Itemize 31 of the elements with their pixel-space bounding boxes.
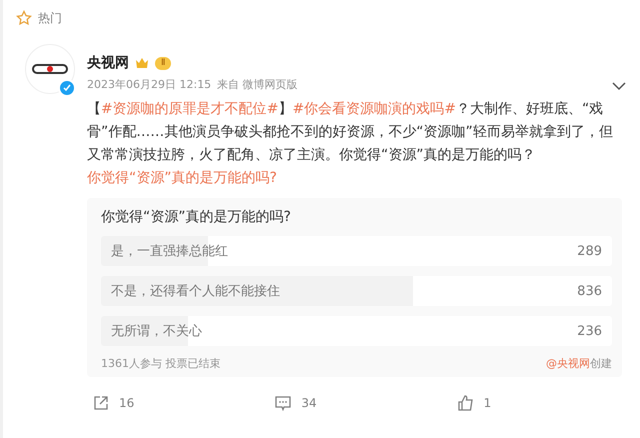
option-label: 是，一直强捧总能红 bbox=[111, 243, 228, 260]
comment-button[interactable]: 34 bbox=[275, 395, 458, 411]
poll-option[interactable]: 是，一直强捧总能红 289 bbox=[101, 236, 612, 266]
topic-link[interactable]: #你会看资源咖演的戏吗# bbox=[292, 101, 456, 117]
post-source: 来自 微博网页版 bbox=[217, 77, 298, 92]
tv-logo-icon bbox=[32, 62, 68, 76]
share-icon bbox=[93, 395, 109, 411]
section-title: 热门 bbox=[38, 10, 62, 26]
author-name[interactable]: 央视网 bbox=[87, 54, 129, 72]
option-label: 无所谓，不关心 bbox=[111, 323, 202, 340]
like-button[interactable]: 1 bbox=[458, 395, 640, 411]
poll-question: 你觉得“资源”真的是万能的吗? bbox=[101, 208, 292, 226]
crown-icon bbox=[135, 57, 149, 69]
poll-option[interactable]: 无所谓，不关心 236 bbox=[101, 316, 612, 346]
chevron-down-icon[interactable] bbox=[612, 82, 626, 91]
vote-count: 289 bbox=[577, 244, 602, 258]
vote-count: 836 bbox=[577, 284, 602, 298]
post-time: 2023年06月29日 12:15 bbox=[87, 77, 212, 92]
comment-icon bbox=[275, 396, 292, 410]
option-label: 不是，还得看个人能不能接住 bbox=[111, 283, 280, 300]
topic-link[interactable]: 你觉得“资源”真的是万能的吗? bbox=[87, 170, 277, 186]
poll-status: 1361人参与 投票已结束 bbox=[101, 356, 220, 371]
vote-count: 236 bbox=[577, 324, 602, 338]
poll-creator: @央视网创建 bbox=[546, 356, 612, 371]
star-icon bbox=[16, 10, 32, 26]
poll-option[interactable]: 不是，还得看个人能不能接住 836 bbox=[101, 276, 612, 306]
post-text: 【#资源咖的原罪是才不配位#】#你会看资源咖演的戏吗#？大制作、好班底、“戏骨”作配……其他演员争破头都抢不到的好资源，不少“资源咖”轻而易举就拿到了，但又常常演技拉胯，火了配角、凉了主演。你觉得“资源”真的是万能的吗？ 你觉得“资源”真的是万能的吗? bbox=[87, 100, 614, 188]
topic-link[interactable]: #资源咖的原罪是才不配位# bbox=[101, 101, 278, 117]
level-badge: Ⅱ bbox=[155, 56, 172, 70]
share-button[interactable]: 16 bbox=[93, 395, 276, 411]
thumbs-up-icon bbox=[458, 395, 474, 411]
